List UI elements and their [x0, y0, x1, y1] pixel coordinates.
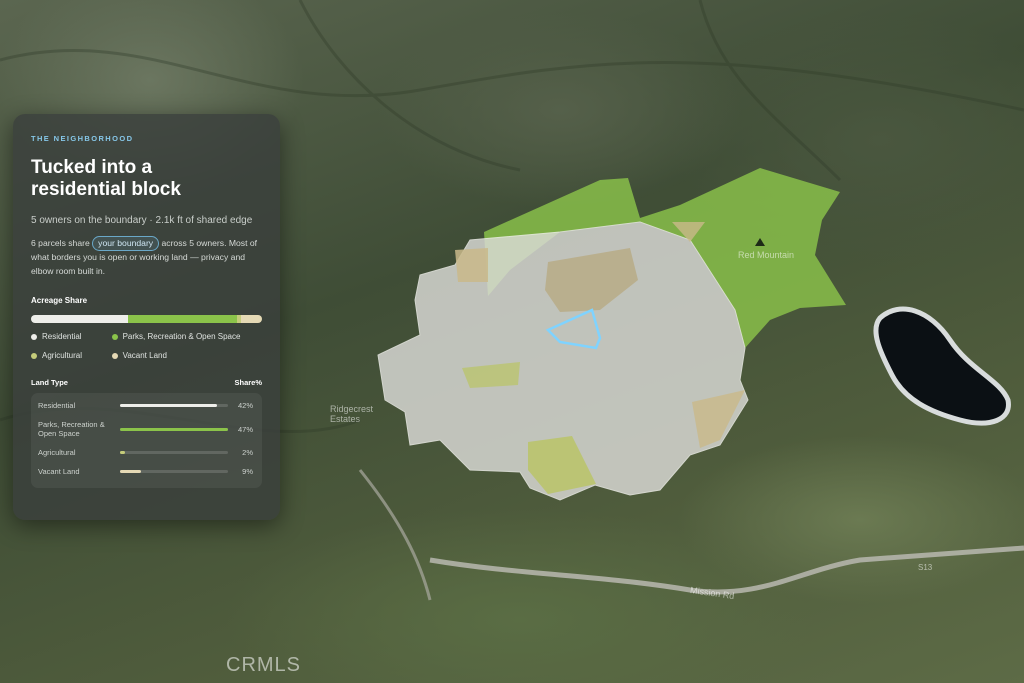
share-label: Share% [234, 378, 262, 387]
row-percent: 47% [237, 424, 253, 434]
row-bar-fill [120, 427, 228, 431]
table-row: Residential 42% [38, 401, 255, 410]
legend-label: Agricultural [42, 351, 83, 360]
row-bar-fill [120, 451, 125, 454]
legend-dot [111, 352, 118, 359]
neighborhood-panel: THE NEIGHBORHOOD Tucked into a residenti… [13, 114, 280, 520]
panel-title: Tucked into a residential block [31, 157, 181, 200]
legend-dot [31, 352, 37, 359]
panel-description: 6 parcels share your boundary across 5 o… [31, 236, 263, 278]
row-name: Vacant Land [38, 467, 80, 476]
legend-label: Residential [42, 332, 82, 341]
table-row: Vacant Land 9% [38, 467, 255, 476]
acreage-legend: Residential Parks, Recreation & Open Spa… [31, 332, 262, 360]
row-bar-fill [120, 404, 217, 407]
stack-segment-vacant [241, 315, 262, 323]
reservoir [873, 306, 1011, 426]
legend-item-parks: Parks, Recreation & Open Space [111, 332, 262, 341]
parcel-vacant-1[interactable] [455, 248, 488, 282]
land-type-header: Land Type Share% [31, 378, 262, 387]
row-name: Residential [38, 401, 76, 410]
legend-item-vacant: Vacant Land [111, 351, 262, 360]
row-name: Agricultural [38, 448, 76, 457]
peak-label: Red Mountain [738, 250, 795, 260]
boundary-pill[interactable]: your boundary [92, 236, 160, 251]
description-text: 6 parcels share [31, 238, 93, 248]
row-bar-fill [120, 470, 141, 473]
legend-dot [111, 333, 118, 340]
acreage-share-label: Acreage Share [31, 296, 88, 305]
stack-segment-parks [128, 315, 237, 323]
legend-label: Parks, Recreation & Open Space [122, 332, 241, 341]
land-type-label: Land Type [31, 378, 68, 387]
acreage-stack-bar [31, 315, 262, 323]
legend-dot [31, 333, 37, 340]
legend-item-agricultural: Agricultural [31, 351, 104, 360]
legend-item-residential: Residential [31, 332, 104, 341]
stack-segment-residential [31, 315, 129, 323]
row-bar [120, 451, 228, 454]
row-bar [120, 427, 228, 431]
row-percent: 9% [242, 467, 253, 476]
place-label: Ridgecrest Estates [330, 404, 374, 424]
land-type-table: Residential 42% Parks, Recreation & Open… [31, 393, 262, 488]
table-row: Parks, Recreation & Open Space 47% [38, 420, 255, 438]
route-label: S13 [918, 563, 933, 572]
row-percent: 42% [237, 401, 253, 410]
row-name: Parks, Recreation & Open Space [38, 420, 105, 438]
row-bar [120, 470, 228, 473]
legend-label: Vacant Land [122, 351, 167, 360]
section-eyebrow: THE NEIGHBORHOOD [31, 134, 134, 143]
mission-road [429, 545, 1024, 595]
table-row: Agricultural 2% [38, 448, 255, 457]
panel-subtitle: 5 owners on the boundary · 2.1k ft of sh… [31, 215, 253, 226]
watermark: CRMLS [226, 654, 302, 676]
row-bar [120, 404, 228, 407]
row-percent: 2% [242, 448, 253, 457]
